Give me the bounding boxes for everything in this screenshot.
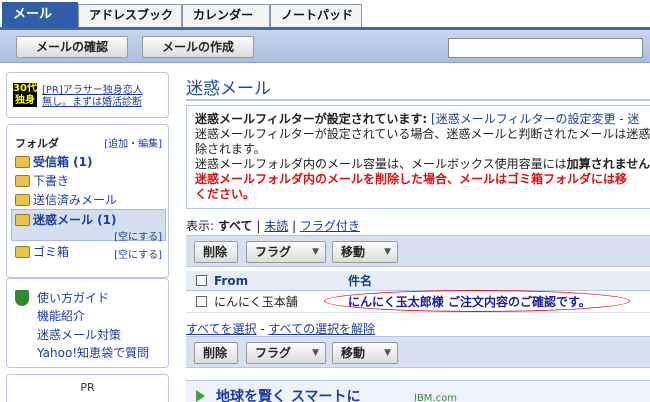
table-header: From 件名	[186, 271, 650, 291]
notice-line3: 除されます。	[195, 142, 266, 156]
guide-box: 使い方ガイド 機能紹介 迷惑メール対策 Yahoo!知恵袋で質問	[6, 278, 169, 368]
sidebar-item-drafts[interactable]: 下書き	[15, 172, 163, 190]
check-mail-button[interactable]: メールの確認	[16, 36, 128, 58]
folder-icon	[15, 214, 30, 226]
flag-label: フラグ	[255, 346, 292, 360]
select-all-checkbox[interactable]	[196, 275, 207, 286]
notice-line2: 迷惑メールフィルターが設定されている場合、迷惑メールと判断されたメールは迷惑メ	[195, 127, 650, 141]
flag-dropdown[interactable]: フラグ ▼	[246, 241, 326, 263]
filter-label: 表示:	[186, 219, 215, 233]
row-from: にんにく玉本舗	[214, 295, 298, 309]
trash-folder-icon	[15, 246, 30, 258]
notice-line4: 迷惑メールフォルダ内のメール容量は、メールボックス使用容量には加算されません	[195, 157, 650, 172]
filter-unread[interactable]: 未読	[264, 219, 288, 233]
move-dropdown[interactable]: 移動 ▼	[332, 342, 398, 364]
play-icon	[196, 390, 205, 402]
filter-sep: |	[288, 219, 300, 233]
tab-address-book[interactable]: アドレスブック	[78, 4, 182, 27]
compose-button[interactable]: メールの作成	[142, 36, 254, 58]
guide-link-spam-measures[interactable]: 迷惑メール対策	[37, 326, 121, 343]
tab-mail[interactable]: メール	[2, 2, 78, 27]
notice-warning-cont: ください。	[195, 187, 256, 201]
move-label: 移動	[341, 346, 366, 360]
select-all-link[interactable]: すべてを選択	[186, 322, 256, 336]
folder-edit-link[interactable]: [追加・編集]	[104, 135, 162, 150]
sidebar-item-label: 送信済みメール	[33, 193, 118, 207]
promo-line2: 無し。まずは婚活診断	[42, 97, 142, 108]
highlight-ellipse	[324, 290, 630, 312]
guide-icon	[15, 290, 29, 306]
chevron-down-icon: ▼	[384, 348, 391, 358]
page-title: 迷惑メール	[186, 79, 271, 99]
sidebar-item-label: 受信箱 (1)	[33, 155, 93, 169]
toolbar: メールの確認 メールの作成	[0, 30, 650, 63]
notice-heading: 迷惑メールフィルターが設定されています:	[195, 112, 428, 126]
clear-selection-link[interactable]: すべての選択を解除	[268, 322, 375, 336]
view-filter: 表示: すべて | 未読 | フラグ付き	[186, 217, 360, 234]
promo-line1: [PR]アラサー独身恋人	[42, 85, 143, 96]
empty-spam-link[interactable]: [空にする]	[114, 228, 162, 243]
select-dash: -	[256, 322, 269, 336]
move-label: 移動	[341, 245, 366, 259]
notice-warning: 迷惑メールフォルダ内のメールを削除した場合、メールはゴミ箱フォルダには移	[195, 172, 628, 186]
filter-flagged[interactable]: フラグ付き	[300, 219, 360, 233]
promo-link[interactable]: [PR]アラサー独身恋人 無し。まずは婚活診断	[42, 85, 143, 109]
title-divider	[186, 99, 650, 101]
sidebar-item-sent[interactable]: 送信済みメール	[15, 191, 163, 209]
sidebar-item-inbox[interactable]: 受信箱 (1)	[15, 153, 163, 171]
notice-line4-text: 迷惑メールフォルダ内のメール容量は、メールボックス使用容量には	[195, 157, 567, 171]
tab-notepad[interactable]: ノートパッド	[270, 4, 362, 27]
main-content: 迷惑メール 迷惑メールフィルターが設定されています: [迷惑メールフィルターの設…	[178, 63, 650, 402]
guide-link-chiebukuro[interactable]: Yahoo!知恵袋で質問	[37, 344, 149, 361]
sidebar-item-label: ゴミ箱	[33, 245, 70, 259]
chevron-down-icon: ▼	[312, 247, 319, 257]
folder-panel: フォルダ [追加・編集] 受信箱 (1) 下書き 送信済みメール 迷惑メール (…	[6, 124, 169, 278]
sidebar-item-spam[interactable]: 迷惑メール (1)	[15, 211, 163, 229]
tab-bar: メール アドレスブック カレンダー ノートパッド	[0, 0, 650, 30]
pr-label: PR	[80, 381, 95, 394]
folder-header: フォルダ	[15, 137, 59, 150]
pr-box: PR	[6, 374, 169, 402]
action-bar-top: 削除 フラグ ▼ 移動 ▼	[186, 235, 650, 267]
search-input[interactable]	[448, 38, 643, 58]
ad-text[interactable]: 地球を賢く スマートに	[216, 386, 360, 402]
chevron-down-icon: ▼	[384, 247, 391, 257]
notice-line1: 迷惑メールフィルターが設定されています: [迷惑メールフィルターの設定変更 - …	[195, 112, 639, 127]
column-from[interactable]: From	[214, 271, 248, 291]
guide-link-features[interactable]: 機能紹介	[37, 307, 85, 324]
spam-filter-notice: 迷惑メールフィルターが設定されています: [迷惑メールフィルターの設定変更 - …	[186, 105, 650, 209]
column-subject[interactable]: 件名	[348, 271, 372, 291]
ad-source: IBM.com	[414, 393, 457, 402]
folder-icon	[15, 156, 30, 168]
flag-dropdown[interactable]: フラグ ▼	[246, 342, 326, 364]
guide-link-howto[interactable]: 使い方ガイド	[37, 289, 109, 306]
action-bar-bottom: 削除 フラグ ▼ 移動 ▼	[186, 336, 650, 368]
delete-button[interactable]: 削除	[194, 342, 238, 364]
filter-all[interactable]: すべて	[218, 219, 253, 233]
chevron-down-icon: ▼	[312, 348, 319, 358]
row-checkbox[interactable]	[196, 296, 207, 307]
flag-label: フラグ	[255, 245, 292, 259]
notice-line4-bold: 加算されません	[566, 157, 650, 171]
sidebar-item-label: 迷惑メール (1)	[33, 213, 117, 227]
filter-sep: |	[252, 219, 265, 233]
empty-trash-link[interactable]: [空にする]	[114, 246, 162, 261]
delete-button[interactable]: 削除	[194, 241, 238, 263]
promo-box: 30代独身 [PR]アラサー独身恋人 無し。まずは婚活診断	[6, 72, 169, 118]
tab-calendar[interactable]: カレンダー	[182, 4, 270, 27]
selection-links: すべてを選択 - すべての選択を解除	[186, 320, 375, 337]
ad-banner[interactable]: 地球を賢く スマートに IBM.com	[186, 380, 650, 402]
filter-settings-link[interactable]: [迷惑メールフィルターの設定変更 - 迷	[427, 112, 639, 126]
folder-icon	[15, 175, 30, 187]
promo-badge: 30代独身	[13, 83, 37, 107]
move-dropdown[interactable]: 移動 ▼	[332, 241, 398, 263]
sidebar-item-label: 下書き	[33, 174, 70, 188]
folder-icon	[15, 194, 30, 206]
